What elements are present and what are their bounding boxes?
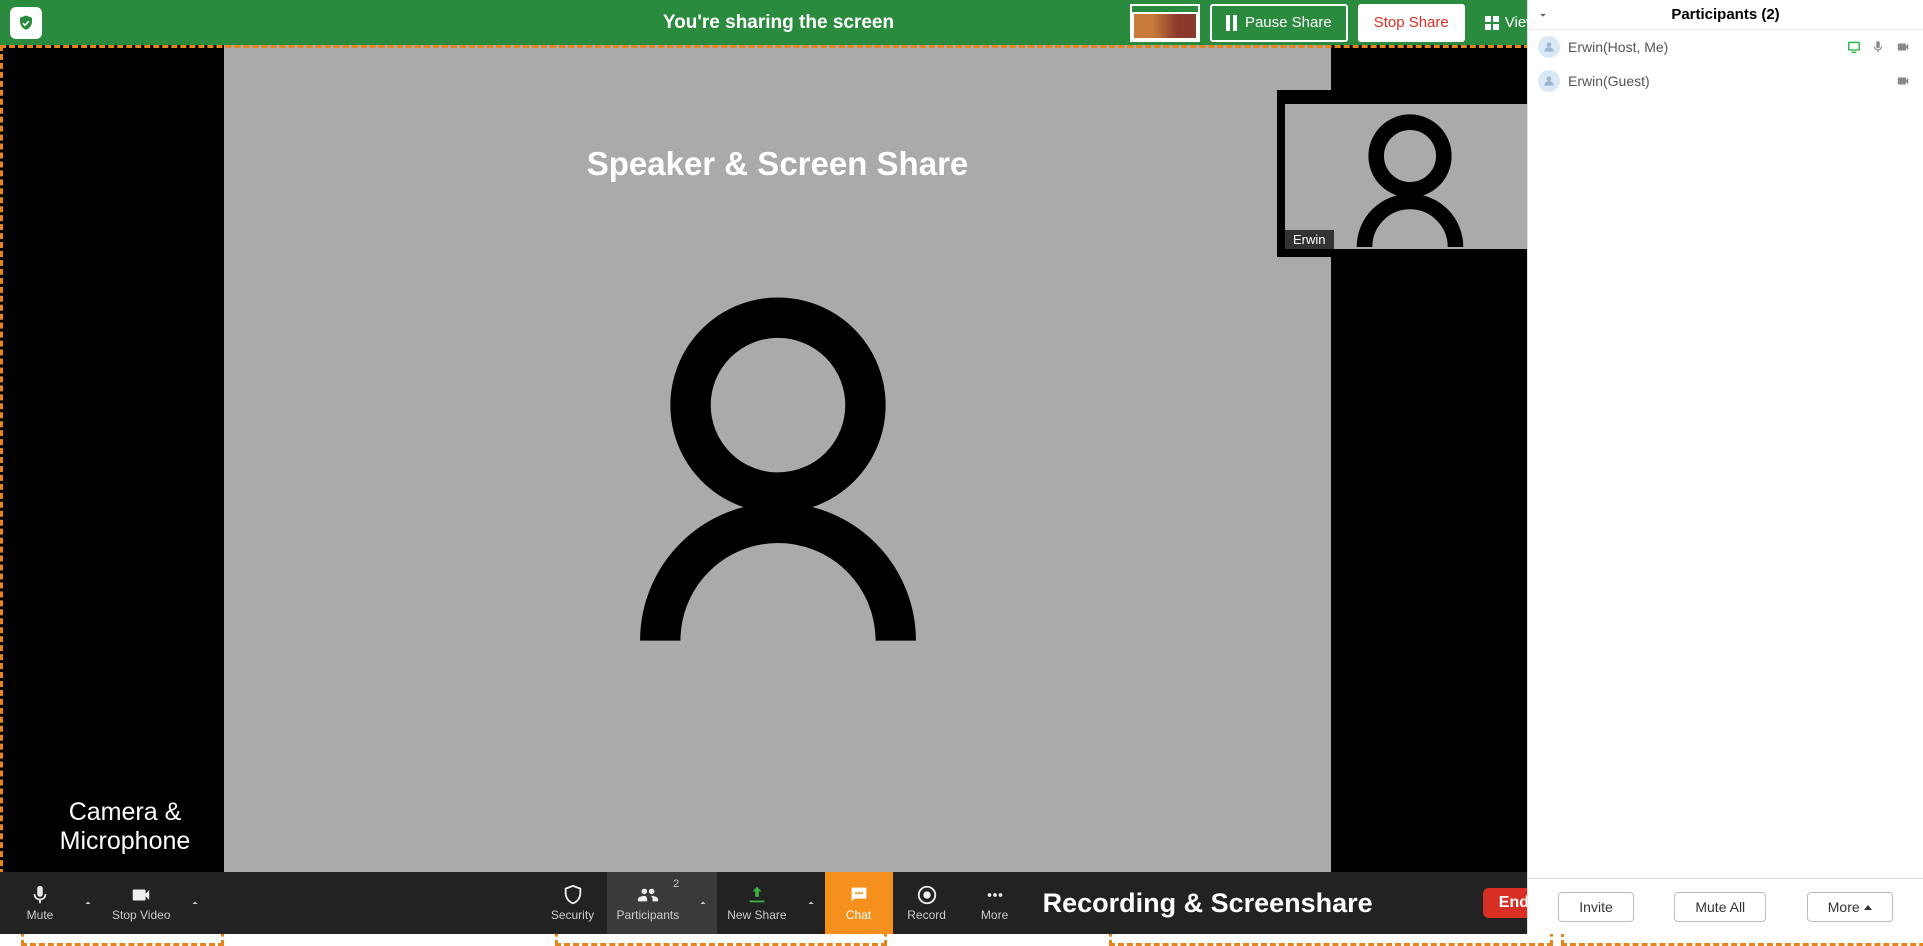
shield-outline-icon: [562, 884, 584, 906]
self-view-pip[interactable]: Erwin: [1277, 90, 1542, 257]
pause-share-button[interactable]: Pause Share: [1210, 4, 1348, 42]
participants-panel: Participants (2) Erwin(Host, Me) Erwin(G…: [1527, 0, 1923, 934]
participant-row[interactable]: Erwin(Guest): [1528, 64, 1923, 98]
people-icon: [635, 884, 661, 906]
speaker-stage: Speaker & Screen Share: [224, 45, 1331, 884]
avatar-placeholder-icon: [608, 287, 948, 657]
participant-name: Erwin(Guest): [1568, 73, 1650, 89]
video-area: Speaker & Screen Share Erwin: [0, 45, 1557, 884]
pip-name-label: Erwin: [1285, 230, 1334, 249]
mute-label: Mute: [27, 908, 54, 922]
view-button[interactable]: View: [1475, 4, 1547, 42]
chat-bubble-icon: [847, 884, 871, 906]
more-dots-icon: [983, 884, 1007, 906]
record-icon: [916, 884, 938, 906]
participants-panel-title: Participants (2): [1671, 6, 1779, 23]
mute-options-caret[interactable]: [74, 872, 102, 934]
pause-share-label: Pause Share: [1245, 14, 1332, 31]
new-share-options-caret[interactable]: [797, 872, 825, 934]
participants-options-caret[interactable]: [689, 872, 717, 934]
grid-icon: [1485, 16, 1499, 30]
mute-button[interactable]: Mute: [6, 872, 74, 934]
avatar-placeholder-icon: [1345, 107, 1475, 249]
camera-icon: [1893, 74, 1913, 88]
stop-video-label: Stop Video: [112, 908, 171, 922]
participants-badge: 2: [673, 878, 679, 890]
stop-video-button[interactable]: Stop Video: [102, 872, 181, 934]
pause-icon: [1226, 15, 1237, 31]
microphone-icon: [1871, 39, 1885, 55]
mute-all-button[interactable]: Mute All: [1674, 892, 1766, 922]
video-options-caret[interactable]: [181, 872, 209, 934]
participants-label: Participants: [617, 908, 680, 922]
avatar-icon: [1538, 70, 1560, 92]
security-button[interactable]: Security: [539, 872, 607, 934]
participant-row[interactable]: Erwin(Host, Me): [1528, 30, 1923, 64]
participants-panel-header: Participants (2): [1528, 0, 1923, 30]
camera-icon: [1893, 40, 1913, 54]
security-label: Security: [551, 908, 594, 922]
more-button[interactable]: More: [961, 872, 1029, 934]
more-label: More: [981, 908, 1008, 922]
chat-label: Chat: [846, 908, 871, 922]
share-up-icon: [746, 884, 768, 906]
screen-share-icon: [1845, 40, 1863, 54]
speaker-stage-label: Speaker & Screen Share: [224, 145, 1331, 183]
annotation-label-recshare: Recording & Screenshare: [1043, 888, 1373, 919]
meeting-toolbar: Mute Stop Video Security 2 Participants …: [0, 872, 1557, 934]
invite-button[interactable]: Invite: [1558, 892, 1633, 922]
chat-button[interactable]: Chat: [825, 872, 893, 934]
new-share-label: New Share: [727, 908, 786, 922]
new-share-button[interactable]: New Share: [717, 872, 796, 934]
stop-share-button[interactable]: Stop Share: [1358, 4, 1465, 42]
caret-up-icon: [1864, 905, 1872, 910]
view-label: View: [1505, 14, 1537, 31]
share-thumbnail[interactable]: [1130, 4, 1200, 42]
record-button[interactable]: Record: [893, 872, 961, 934]
record-label: Record: [907, 908, 946, 922]
camera-icon: [129, 884, 153, 906]
panel-more-button[interactable]: More: [1807, 892, 1893, 922]
microphone-icon: [29, 884, 51, 906]
participants-panel-footer: Invite Mute All More: [1528, 878, 1923, 934]
participants-button[interactable]: 2 Participants: [607, 872, 690, 934]
share-status-bar: You're sharing the screen Pause Share St…: [0, 0, 1557, 45]
participant-name: Erwin(Host, Me): [1568, 39, 1668, 55]
